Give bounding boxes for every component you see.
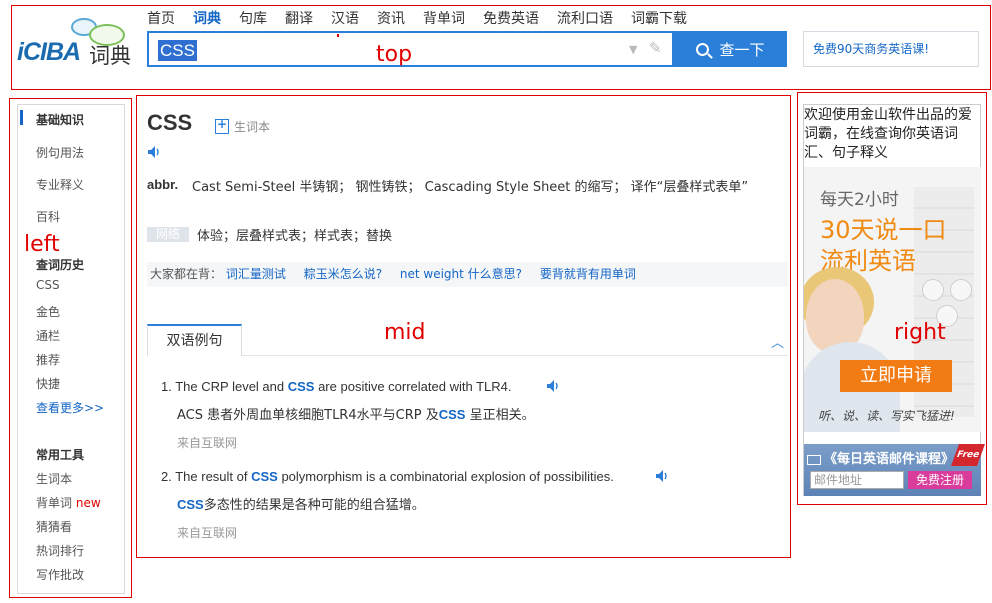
region-box-right — [797, 92, 987, 505]
region-label-left: left — [24, 232, 60, 257]
region-label-right: right — [894, 320, 946, 345]
region-box-left — [9, 98, 132, 598]
region-marker-dot — [337, 34, 339, 37]
region-box-mid — [136, 95, 791, 558]
region-label-top: top — [376, 42, 413, 67]
region-box-top — [11, 5, 991, 90]
region-label-mid: mid — [384, 320, 426, 345]
